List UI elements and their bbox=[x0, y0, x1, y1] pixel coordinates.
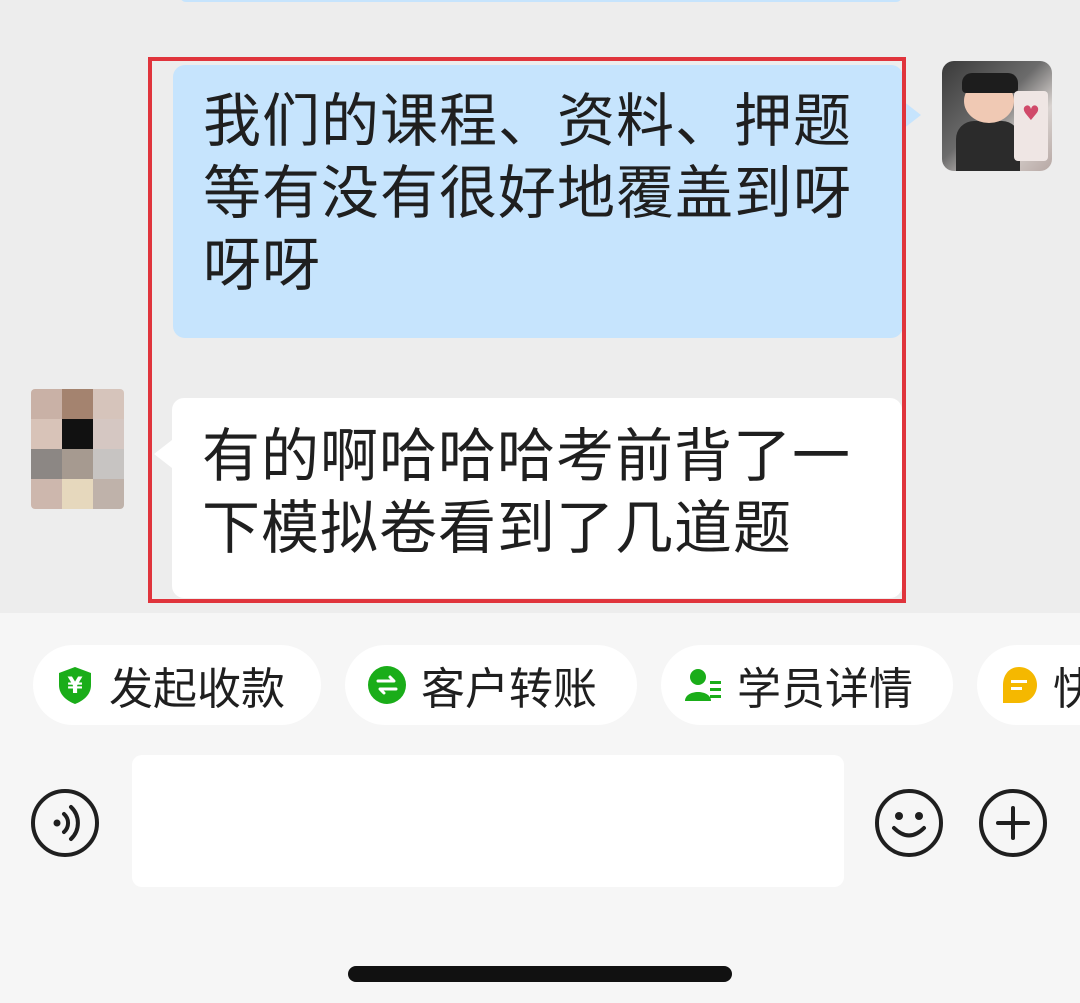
home-indicator[interactable] bbox=[348, 966, 732, 982]
quick-action-customer-transfer[interactable]: 客户转账 bbox=[345, 645, 637, 725]
contact-message-bubble[interactable]: 有的啊哈哈哈考前背了一下模拟卷看到了几道题 bbox=[154, 398, 902, 598]
previous-message-bubble[interactable] bbox=[180, 0, 902, 2]
student-card-icon bbox=[683, 665, 723, 705]
message-input[interactable] bbox=[132, 755, 844, 887]
message-text: 我们的课程、资料、押题等有没有很好地覆盖到呀呀呀 bbox=[203, 87, 853, 299]
emoji-icon[interactable] bbox=[874, 788, 944, 858]
quick-action-label: 客户转账 bbox=[421, 664, 597, 715]
input-panel: ¥ 发起收款 客户转账 学员详情 快 bbox=[0, 613, 1080, 1003]
transfer-icon bbox=[367, 665, 407, 705]
heart-icon: ♥ bbox=[1022, 101, 1040, 125]
quick-action-bar: ¥ 发起收款 客户转账 学员详情 快 bbox=[0, 645, 1080, 725]
chat-area: ♥ 我们的课程、资料、押题等有没有很好地覆盖到呀呀呀 有的啊哈哈哈考前背了一下模… bbox=[0, 0, 1080, 613]
avatar-figure-hat bbox=[962, 73, 1018, 93]
quick-action-student-details[interactable]: 学员详情 bbox=[661, 645, 953, 725]
my-avatar[interactable]: ♥ bbox=[942, 61, 1052, 171]
svg-text:¥: ¥ bbox=[67, 674, 83, 699]
yuan-shield-icon: ¥ bbox=[55, 665, 95, 705]
quick-reply-icon bbox=[999, 665, 1039, 705]
voice-icon[interactable] bbox=[30, 788, 100, 858]
quick-action-label: 发起收款 bbox=[109, 664, 285, 715]
quick-action-quick-reply[interactable]: 快 bbox=[977, 645, 1080, 725]
my-message-bubble[interactable]: 我们的课程、资料、押题等有没有很好地覆盖到呀呀呀 bbox=[173, 65, 921, 338]
composer-row bbox=[0, 755, 1080, 887]
avatar-figure-body bbox=[956, 121, 1020, 171]
contact-avatar-pixelated[interactable] bbox=[31, 389, 124, 509]
quick-action-collect-payment[interactable]: ¥ 发起收款 bbox=[33, 645, 321, 725]
plus-icon[interactable] bbox=[978, 788, 1048, 858]
quick-action-label: 学员详情 bbox=[737, 664, 913, 715]
quick-action-label: 快 bbox=[1053, 664, 1080, 715]
message-text: 有的啊哈哈哈考前背了一下模拟卷看到了几道题 bbox=[202, 422, 852, 562]
